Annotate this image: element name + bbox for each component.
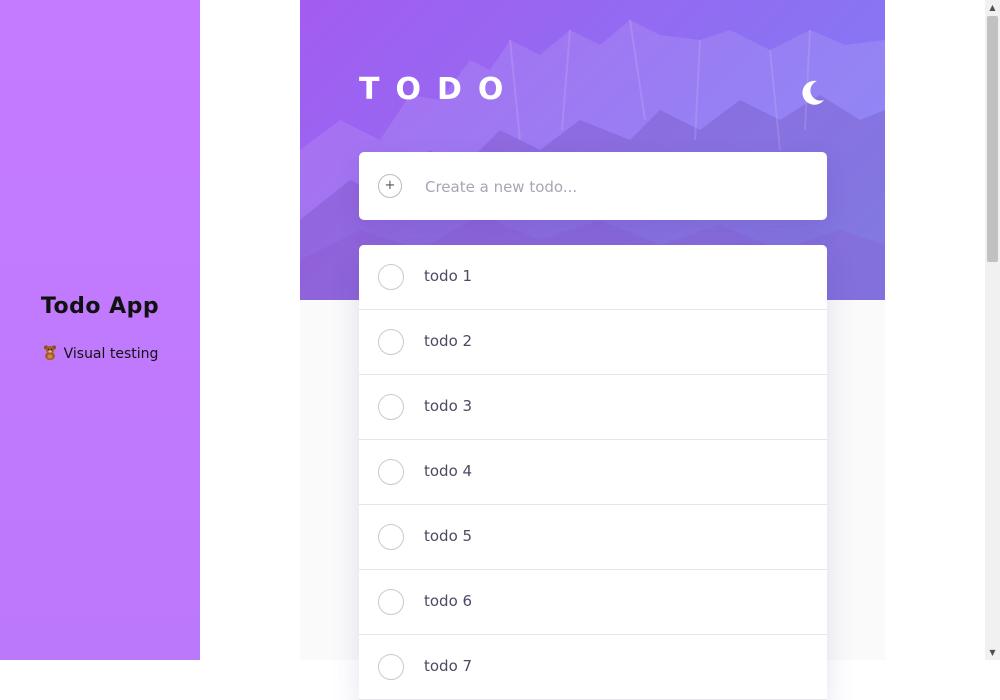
new-todo-bar: + [359,152,827,220]
checkbox-circle-icon[interactable] [378,589,404,615]
todo-item[interactable]: todo 3 [359,375,827,440]
checkbox-circle-icon[interactable] [378,654,404,680]
page-title: TODO [359,72,520,107]
todo-app: TODO + todo 1 todo 2 todo 3 todo 4 [300,0,885,700]
sidebar: Todo App Visual testing [0,0,200,660]
new-todo-input[interactable] [423,172,807,202]
todo-item[interactable]: todo 6 [359,570,827,635]
app-title: Todo App [40,294,160,319]
todo-item-label: todo 4 [424,462,473,480]
scroll-down-arrow-icon[interactable]: ▼ [985,645,1000,660]
sidebar-subtitle: Visual testing [0,344,200,362]
todo-item-label: todo 2 [424,332,473,350]
theme-toggle-button[interactable] [797,78,827,108]
checkbox-circle-icon[interactable] [378,329,404,355]
todo-item[interactable]: todo 4 [359,440,827,505]
scrollbar-thumb[interactable] [987,16,998,262]
todo-item[interactable]: todo 7 [359,635,827,700]
todo-item[interactable]: todo 2 [359,310,827,375]
checkbox-circle-icon[interactable] [378,459,404,485]
todo-list: todo 1 todo 2 todo 3 todo 4 todo 5 todo … [359,245,827,700]
todo-item-label: todo 5 [424,527,473,545]
vertical-scrollbar[interactable]: ▲ ▼ [985,0,1000,660]
teddy-bear-icon [42,344,58,362]
plus-icon[interactable]: + [378,174,402,198]
moon-icon [802,80,824,105]
sidebar-subtitle-text: Visual testing [63,346,159,362]
todo-item-label: todo 1 [424,267,473,285]
checkbox-circle-icon[interactable] [378,524,404,550]
todo-item[interactable]: todo 5 [359,505,827,570]
checkbox-circle-icon[interactable] [378,264,404,290]
checkbox-circle-icon[interactable] [378,394,404,420]
todo-item-label: todo 3 [424,397,473,415]
scroll-up-arrow-icon[interactable]: ▲ [985,0,1000,15]
todo-item[interactable]: todo 1 [359,245,827,310]
todo-item-label: todo 6 [424,592,473,610]
